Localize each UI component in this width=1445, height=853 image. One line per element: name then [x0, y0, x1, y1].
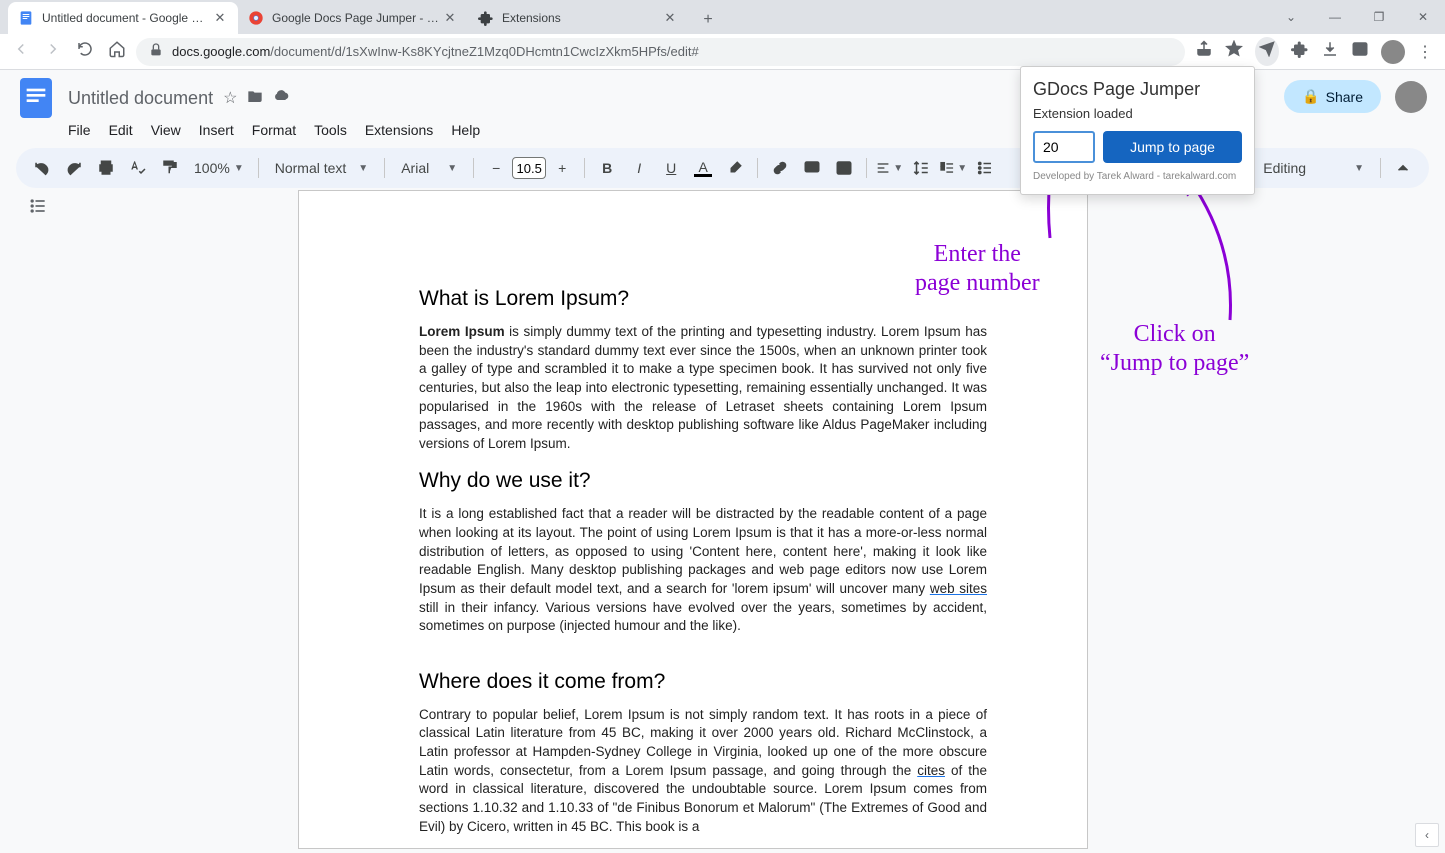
tab-title: Google Docs Page Jumper - Chrome — [272, 11, 442, 25]
print-icon[interactable] — [92, 154, 120, 182]
tab-title: Extensions — [502, 11, 662, 25]
spellcheck-icon[interactable] — [124, 154, 152, 182]
back-icon[interactable] — [12, 40, 30, 63]
popup-title: GDocs Page Jumper — [1033, 79, 1242, 100]
paragraph: It is a long established fact that a rea… — [419, 505, 987, 635]
minimize-icon[interactable]: — — [1313, 2, 1357, 32]
page-number-input[interactable] — [1033, 131, 1095, 163]
tab-close-icon[interactable]: ✕ — [442, 10, 458, 26]
profile-avatar-icon[interactable] — [1381, 40, 1405, 64]
text-color-icon[interactable]: A — [689, 154, 717, 182]
lock-icon: 🔒 — [1302, 88, 1319, 105]
menu-help[interactable]: Help — [451, 122, 480, 138]
zoom-select[interactable]: 100%▼ — [188, 160, 250, 176]
url-path: /document/d/1sXwInw-Ks8KYcjtneZ1Mzq0DHcm… — [270, 44, 698, 59]
extension-popup: GDocs Page Jumper Extension loaded Jump … — [1020, 66, 1255, 195]
address-bar: docs.google.com/document/d/1sXwInw-Ks8KY… — [0, 34, 1445, 70]
menu-file[interactable]: File — [68, 122, 91, 138]
checklist-icon[interactable]: ▼ — [939, 154, 967, 182]
forward-icon[interactable] — [44, 40, 62, 63]
tab-close-icon[interactable]: ✕ — [662, 10, 678, 26]
font-size-increase[interactable]: + — [548, 154, 576, 182]
chevron-down-icon[interactable]: ⌄ — [1269, 2, 1313, 32]
annotation-click-jump: Click on“Jump to page” — [1100, 320, 1249, 378]
align-icon[interactable]: ▼ — [875, 154, 903, 182]
heading: Where does it come from? — [419, 670, 987, 694]
redo-icon[interactable] — [60, 154, 88, 182]
bold-icon[interactable]: B — [593, 154, 621, 182]
url-input[interactable]: docs.google.com/document/d/1sXwInw-Ks8KY… — [136, 38, 1185, 66]
star-icon[interactable] — [1225, 40, 1243, 63]
paragraph: Lorem Ipsum is simply dummy text of the … — [419, 323, 987, 453]
menu-extensions[interactable]: Extensions — [365, 122, 433, 138]
show-outline-icon[interactable] — [28, 196, 48, 221]
font-size-input[interactable] — [512, 157, 546, 179]
share-page-icon[interactable] — [1195, 40, 1213, 63]
close-window-icon[interactable]: ✕ — [1401, 2, 1445, 32]
browser-tab-active[interactable]: Untitled document - Google Docs ✕ — [8, 2, 238, 34]
download-icon[interactable] — [1321, 40, 1339, 63]
account-avatar[interactable] — [1395, 81, 1427, 113]
editing-mode-select[interactable]: Editing▼ — [1255, 160, 1372, 176]
jump-to-page-button[interactable]: Jump to page — [1103, 131, 1242, 163]
menu-format[interactable]: Format — [252, 122, 296, 138]
tab-close-icon[interactable]: ✕ — [212, 10, 228, 26]
docs-favicon — [18, 10, 34, 26]
move-doc-icon[interactable] — [247, 88, 263, 109]
collapse-toolbar-icon[interactable] — [1389, 154, 1417, 182]
browser-tab[interactable]: Extensions ✕ — [468, 2, 688, 34]
italic-icon[interactable]: I — [625, 154, 653, 182]
link-icon[interactable] — [766, 154, 794, 182]
docs-logo-icon[interactable] — [16, 78, 56, 118]
font-select[interactable]: Arial▼ — [393, 160, 465, 176]
url-domain: docs.google.com — [172, 44, 270, 59]
popup-subtitle: Extension loaded — [1033, 106, 1242, 121]
window-controls: ⌄ — ❐ ✕ — [1269, 0, 1445, 34]
paragraph-style-select[interactable]: Normal text▼ — [267, 160, 376, 176]
send-icon[interactable] — [1255, 37, 1279, 66]
bullet-list-icon[interactable] — [971, 154, 999, 182]
heading: What is Lorem Ipsum? — [419, 287, 987, 311]
font-size-decrease[interactable]: − — [482, 154, 510, 182]
paint-format-icon[interactable] — [156, 154, 184, 182]
home-icon[interactable] — [108, 40, 126, 63]
document-title[interactable]: Untitled document — [68, 88, 213, 109]
browser-tab[interactable]: Google Docs Page Jumper - Chrome ✕ — [238, 2, 468, 34]
menu-insert[interactable]: Insert — [199, 122, 234, 138]
line-spacing-icon[interactable] — [907, 154, 935, 182]
browser-tab-strip: Untitled document - Google Docs ✕ Google… — [0, 0, 1445, 34]
arrow-icon — [1175, 175, 1245, 325]
share-button[interactable]: 🔒 Share — [1284, 80, 1381, 113]
menu-tools[interactable]: Tools — [314, 122, 347, 138]
new-tab-button[interactable]: + — [694, 6, 722, 34]
highlight-icon[interactable] — [721, 154, 749, 182]
sidepanel-icon[interactable] — [1351, 40, 1369, 63]
puzzle-favicon — [478, 10, 494, 26]
menu-edit[interactable]: Edit — [109, 122, 133, 138]
lock-icon — [148, 42, 164, 61]
undo-icon[interactable] — [28, 154, 56, 182]
explore-icon[interactable]: ‹ — [1415, 823, 1439, 847]
cloud-status-icon[interactable] — [273, 88, 289, 109]
kebab-menu-icon[interactable]: ⋮ — [1417, 42, 1433, 62]
popup-credit: Developed by Tarek Alward - tarekalward.… — [1033, 171, 1242, 182]
annotation-enter-page: Enter thepage number — [915, 240, 1040, 298]
comment-icon[interactable] — [798, 154, 826, 182]
maximize-icon[interactable]: ❐ — [1357, 2, 1401, 32]
extensions-icon[interactable] — [1291, 40, 1309, 63]
tab-title: Untitled document - Google Docs — [42, 11, 212, 25]
underline-icon[interactable]: U — [657, 154, 685, 182]
heading: Why do we use it? — [419, 469, 987, 493]
chrome-favicon — [248, 10, 264, 26]
paragraph: Contrary to popular belief, Lorem Ipsum … — [419, 706, 987, 836]
share-label: Share — [1326, 89, 1363, 105]
star-doc-icon[interactable]: ☆ — [223, 88, 237, 109]
reload-icon[interactable] — [76, 40, 94, 63]
image-icon[interactable] — [830, 154, 858, 182]
menu-view[interactable]: View — [151, 122, 181, 138]
